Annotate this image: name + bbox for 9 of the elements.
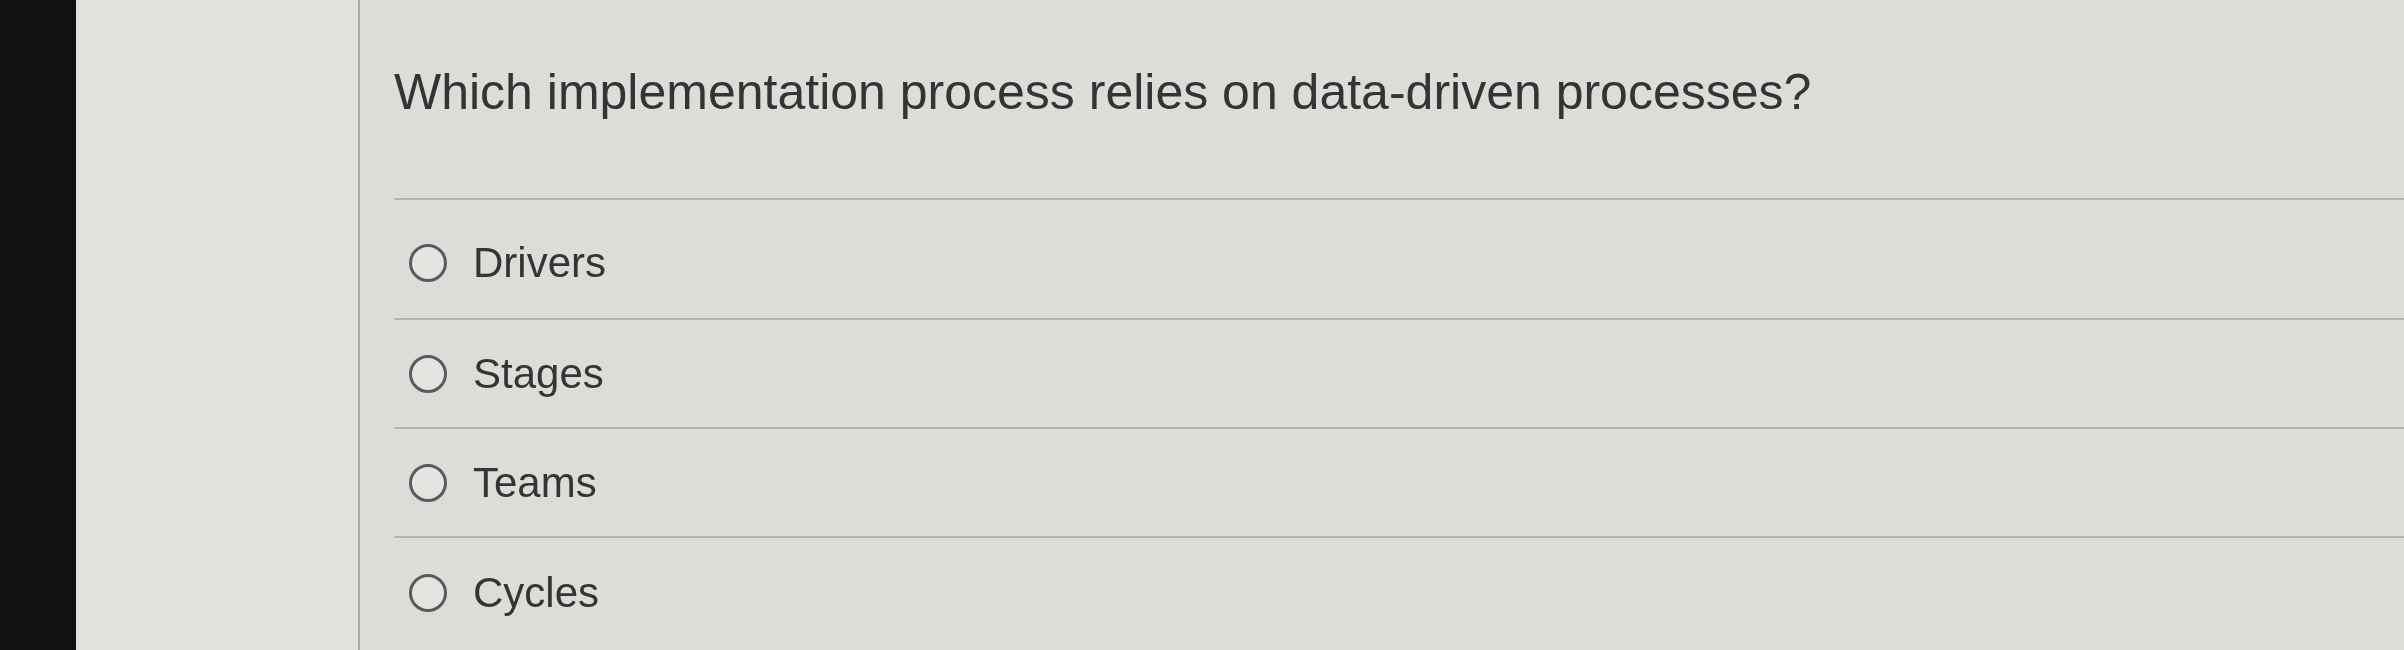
radio-button[interactable] [409,244,447,282]
option-label: Teams [473,458,597,507]
option-label: Cycles [473,568,600,617]
radio-button[interactable] [409,463,447,502]
radio-button[interactable] [409,573,447,612]
option-label: Drivers [473,239,606,287]
question-text: Which implementation process relies on data-driven processes? [394,63,1812,122]
option-label: Stages [473,349,604,398]
radio-button[interactable] [409,354,447,393]
